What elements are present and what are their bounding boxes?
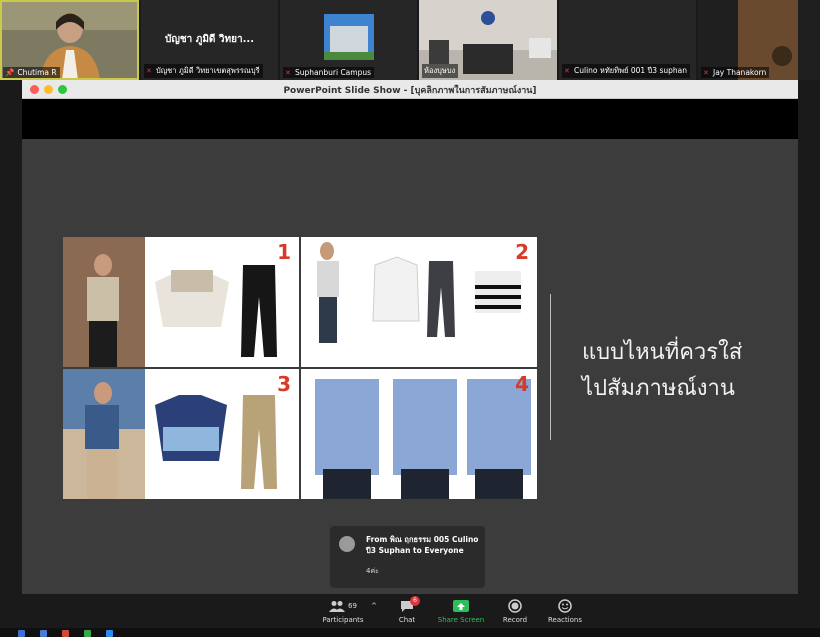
share-screen-button[interactable]: Share Screen bbox=[436, 598, 486, 624]
record-icon bbox=[500, 598, 530, 613]
video-tile-suphanburi[interactable]: ✕ Suphanburi Campus bbox=[280, 0, 417, 80]
slide-number-label: 4 bbox=[515, 372, 529, 396]
video-tile-bancha[interactable]: บัญชา ภูมิดี วิทยา... ✕ บัญชา ภูมิดี วิทย… bbox=[141, 0, 278, 80]
outfit-image-3 bbox=[63, 369, 277, 499]
meeting-toolbar: 69 Participants ^ 6 Chat Share Screen Re… bbox=[0, 596, 820, 628]
browser-icon[interactable] bbox=[62, 630, 69, 637]
pin-icon: 📌 bbox=[5, 68, 15, 77]
window-titlebar: PowerPoint Slide Show - [บุคลิกภาพในการส… bbox=[22, 80, 798, 99]
mic-muted-icon: ✕ bbox=[703, 68, 709, 77]
participants-button[interactable]: 69 Participants bbox=[320, 598, 366, 624]
record-button[interactable]: Record bbox=[500, 598, 530, 624]
participant-name: 📌 Chutima R bbox=[3, 67, 60, 78]
outfit-panel-2: 2 bbox=[301, 237, 537, 367]
reactions-button[interactable]: Reactions bbox=[546, 598, 584, 624]
participants-icon: 69 bbox=[320, 598, 366, 613]
share-screen-icon bbox=[436, 598, 486, 613]
outfit-grid: 1 2 3 4 bbox=[63, 237, 537, 499]
slide-divider bbox=[550, 294, 551, 440]
slide-number-label: 3 bbox=[277, 372, 291, 396]
participant-name: ห้องบุษบง bbox=[422, 64, 459, 78]
participant-name: ✕ Suphanburi Campus bbox=[283, 67, 375, 78]
reactions-label: Reactions bbox=[547, 616, 583, 624]
participants-label: Participants bbox=[322, 616, 364, 624]
record-label: Record bbox=[502, 616, 528, 624]
outfit-panel-4: 4 bbox=[301, 369, 537, 499]
participant-display-name: บัญชา ภูมิดี วิทยา... bbox=[165, 34, 254, 45]
participant-name: ✕ บัญชา ภูมิดี วิทยาเขตสุพรรณบุรี bbox=[144, 64, 263, 78]
word-app-icon[interactable] bbox=[18, 630, 25, 637]
outfit-image-2 bbox=[301, 237, 537, 367]
slide-heading-line-1: แบบไหนที่ควรใส่ bbox=[582, 340, 743, 365]
share-screen-label: Share Screen bbox=[437, 616, 485, 624]
mic-muted-icon: ✕ bbox=[564, 67, 570, 75]
window-title: PowerPoint Slide Show - [บุคลิกภาพในการส… bbox=[283, 86, 537, 96]
chat-label: Chat bbox=[398, 616, 416, 624]
video-tile-culino[interactable]: ✕ Culino หทัยทิพย์ 001 ปี3 suphan bbox=[559, 0, 696, 80]
chat-button[interactable]: 6 Chat bbox=[392, 596, 422, 624]
participants-options-caret[interactable]: ^ bbox=[370, 598, 378, 613]
chat-notification[interactable]: From พิณ ฤกธรรม 005 Culino ปี3 Suphan to… bbox=[330, 526, 485, 588]
chat-unread-badge: 6 bbox=[410, 596, 420, 606]
slide-number-label: 1 bbox=[277, 240, 291, 264]
mic-muted-icon: ✕ bbox=[285, 68, 291, 77]
chat-message: 4ค่ะ bbox=[366, 567, 379, 575]
outfit-panel-1: 1 bbox=[63, 237, 299, 367]
os-taskbar bbox=[0, 628, 820, 637]
participant-name: ✕ Jay Thanakorn bbox=[701, 67, 770, 78]
chat-sender: From พิณ ฤกธรรม 005 Culino ปี3 Suphan to… bbox=[366, 535, 479, 555]
participant-name: ✕ Culino หทัยทิพย์ 001 ปี3 suphan bbox=[562, 64, 690, 78]
video-tile-chutima[interactable]: 📌 Chutima R bbox=[0, 0, 139, 80]
excel-app-icon[interactable] bbox=[84, 630, 91, 637]
app-icon[interactable] bbox=[40, 630, 47, 637]
mic-muted-icon: ✕ bbox=[146, 67, 152, 75]
shared-screen-window: PowerPoint Slide Show - [บุคลิกภาพในการส… bbox=[22, 80, 798, 594]
reactions-icon bbox=[546, 598, 584, 613]
video-tile-meeting-room[interactable]: ห้องบุษบง bbox=[419, 0, 557, 80]
caret-up-icon: ^ bbox=[371, 601, 377, 610]
video-gallery: 📌 Chutima R บัญชา ภูมิดี วิทยา... ✕ บัญชา … bbox=[0, 0, 820, 80]
video-tile-jay[interactable]: ✕ Jay Thanakorn bbox=[698, 0, 820, 80]
outfit-panel-3: 3 bbox=[63, 369, 299, 499]
sender-avatar bbox=[339, 536, 355, 552]
slide-heading-line-2: ไปสัมภาษณ์งาน bbox=[582, 376, 735, 401]
participants-count: 69 bbox=[348, 601, 357, 610]
slideshow-top-band bbox=[22, 99, 798, 139]
outfit-image-1 bbox=[63, 237, 277, 367]
slide-heading: แบบไหนที่ควรใส่ ไปสัมภาษณ์งาน bbox=[582, 335, 742, 407]
slide-number-label: 2 bbox=[515, 240, 529, 264]
outfit-image-4 bbox=[301, 369, 537, 499]
zoom-app-icon[interactable] bbox=[106, 630, 113, 637]
